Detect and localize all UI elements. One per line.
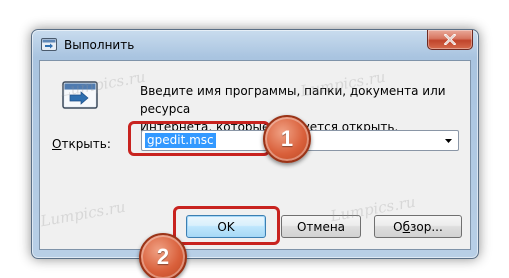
step-1-badge: 1 — [263, 115, 311, 163]
chevron-down-icon — [445, 138, 452, 143]
browse-suffix: зор... — [410, 219, 443, 234]
close-icon — [444, 34, 456, 45]
run-app-icon — [41, 38, 57, 51]
close-button[interactable] — [427, 30, 473, 50]
run-dialog-window: Выполнить Введите имя программы, папки, … — [31, 29, 479, 278]
browse-accel: б — [402, 219, 411, 234]
browse-prefix: О — [393, 219, 403, 234]
open-label-text: ткрыть: — [61, 137, 111, 151]
input-highlight-frame — [128, 121, 270, 156]
cancel-button[interactable]: Отмена — [281, 215, 361, 238]
dropdown-arrow-button[interactable] — [442, 134, 455, 147]
open-label: Открыть: — [52, 137, 111, 151]
title-bar[interactable]: Выполнить — [32, 30, 478, 60]
description-line-1: Введите имя программы, папки, документа … — [140, 84, 446, 116]
window-title: Выполнить — [64, 38, 135, 52]
step-2-badge: 2 — [139, 233, 187, 278]
ok-highlight-frame — [173, 206, 280, 245]
browse-button[interactable]: Об зор... — [374, 215, 462, 238]
dialog-client-area: Введите имя программы, папки, документа … — [39, 60, 471, 278]
screenshot-stage: Выполнить Введите имя программы, папки, … — [0, 0, 509, 278]
run-dialog-icon — [62, 81, 98, 109]
